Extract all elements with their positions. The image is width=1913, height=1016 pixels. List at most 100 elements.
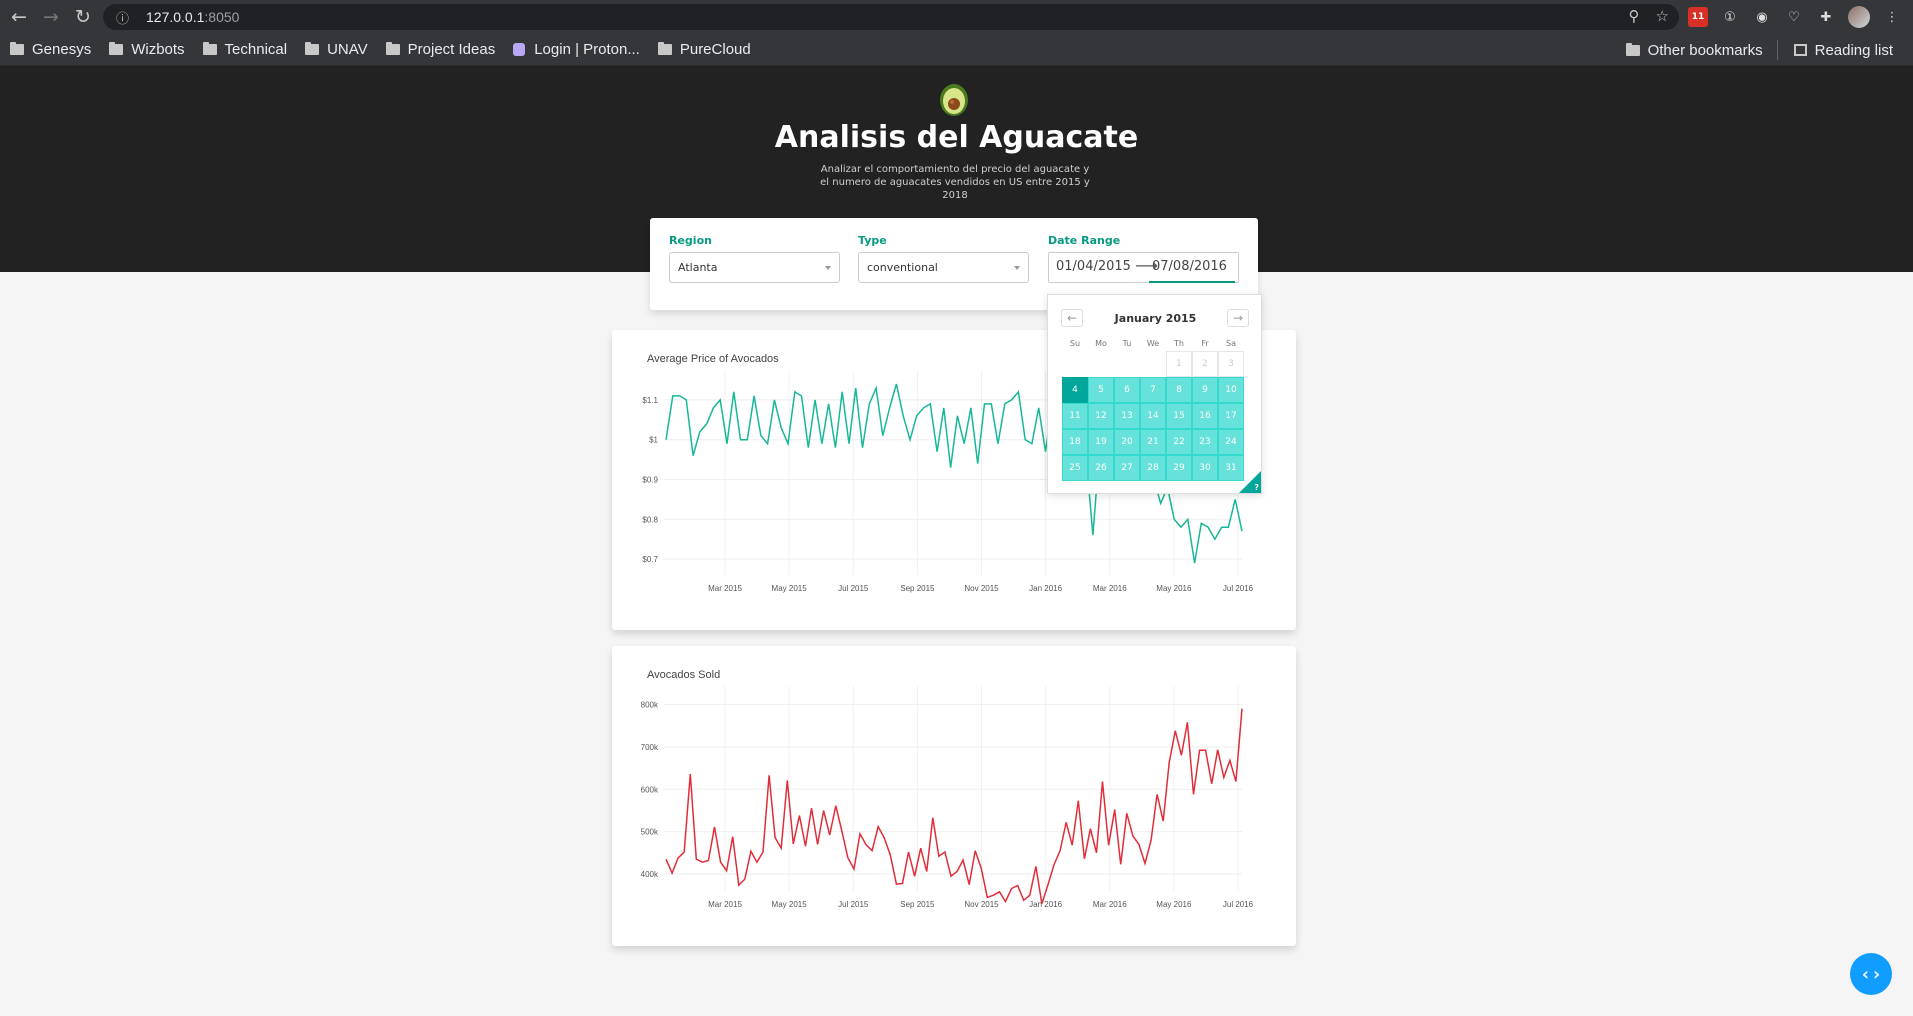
type-dropdown[interactable]: conventional (858, 252, 1029, 283)
folder-icon (109, 42, 124, 55)
calendar-day[interactable]: 7 (1140, 377, 1166, 403)
zoom-icon[interactable]: ⚲ (1629, 7, 1640, 25)
y-tick-label: 700k (641, 743, 659, 752)
calendar-day[interactable]: 9 (1192, 377, 1218, 403)
chevron-down-icon (1014, 266, 1020, 270)
bookmark-unav[interactable]: UNAV (305, 41, 368, 58)
calendar-day[interactable]: 16 (1192, 403, 1218, 429)
other-bookmarks[interactable]: Other bookmarks (1625, 42, 1763, 59)
camera-extension-icon[interactable]: ◉ (1752, 7, 1772, 27)
calendar-day[interactable]: 6 (1114, 377, 1140, 403)
x-tick-label: Mar 2016 (1093, 584, 1127, 593)
x-tick-label: Mar 2015 (708, 584, 742, 593)
calendar-day[interactable]: 15 (1166, 403, 1192, 429)
browser-toolbar: ← → ↻ ⓘ 127.0.0.1:8050 ⚲ ☆ 11 ① ◉ ♡ ✚ ⋮ (0, 0, 1913, 34)
x-tick-label: Nov 2015 (964, 584, 999, 593)
calendar-day[interactable]: 12 (1088, 403, 1114, 429)
y-tick-label: $1 (649, 436, 658, 445)
region-value: Atlanta (678, 261, 718, 274)
password-extension-icon[interactable]: ① (1720, 7, 1740, 27)
calendar-extension-icon[interactable]: 11 (1688, 7, 1708, 27)
y-tick-label: $0.8 (642, 515, 658, 524)
folder-icon (1625, 42, 1640, 56)
bookmark-proton[interactable]: Login | Proton... (513, 41, 640, 58)
calendar-day[interactable]: 21 (1140, 429, 1166, 455)
reload-icon[interactable]: ↻ (70, 4, 96, 30)
x-tick-label: Jan 2016 (1029, 584, 1062, 593)
calendar-day[interactable]: 8 (1166, 377, 1192, 403)
star-icon[interactable]: ☆ (1656, 7, 1669, 25)
keyboard-shortcuts-button[interactable]: ? (1239, 471, 1261, 493)
calendar-day[interactable]: 19 (1088, 429, 1114, 455)
y-tick-label: 600k (641, 785, 659, 794)
calendar-day[interactable]: 14 (1140, 403, 1166, 429)
region-dropdown[interactable]: Atlanta (669, 252, 840, 283)
calendar-day[interactable]: 18 (1062, 429, 1088, 455)
reading-list[interactable]: Reading list (1793, 42, 1893, 59)
type-label: Type (858, 234, 887, 247)
calendar-day[interactable]: 17 (1218, 403, 1244, 429)
end-date-input[interactable]: 07/08/2016 (1152, 259, 1227, 274)
bookmark-project-ideas[interactable]: Project Ideas (385, 41, 495, 58)
x-tick-label: Jul 2015 (838, 584, 869, 593)
x-tick-label: Jan 2016 (1029, 900, 1062, 909)
calendar-day[interactable]: 28 (1140, 455, 1166, 481)
calendar-day[interactable]: 11 (1062, 403, 1088, 429)
chart-title: Average Price of Avocados (647, 353, 779, 365)
forward-icon[interactable]: → (38, 4, 64, 30)
avocado-icon (940, 84, 968, 116)
page-description: Analizar el comportamiento del precio de… (820, 164, 1090, 201)
address-bar[interactable]: ⓘ 127.0.0.1:8050 ⚲ ☆ (103, 4, 1679, 30)
calendar-blank (1088, 351, 1114, 377)
divider (1776, 40, 1778, 60)
pocket-extension-icon[interactable]: ♡ (1784, 7, 1804, 27)
folder-icon (305, 42, 320, 55)
start-date-input[interactable]: 01/04/2015 (1056, 259, 1131, 274)
calendar-day[interactable]: 30 (1192, 455, 1218, 481)
y-tick-label: 400k (641, 870, 659, 879)
reading-list-icon (1793, 44, 1807, 56)
x-tick-label: Sep 2015 (900, 584, 935, 593)
x-tick-label: Nov 2015 (964, 900, 999, 909)
profile-avatar[interactable] (1848, 6, 1870, 28)
url-text[interactable]: 127.0.0.1:8050 (146, 9, 239, 25)
menu-icon[interactable]: ⋮ (1882, 7, 1902, 27)
calendar-day[interactable]: 29 (1166, 455, 1192, 481)
calendar-day[interactable]: 25 (1062, 455, 1088, 481)
y-tick-label: $0.7 (642, 555, 658, 564)
focus-underline (1149, 281, 1235, 283)
bookmark-genesys[interactable]: Genesys (10, 41, 91, 58)
calendar-day[interactable]: 20 (1114, 429, 1140, 455)
y-tick-label: $0.9 (642, 475, 658, 484)
bookmark-wizbots[interactable]: Wizbots (109, 41, 185, 58)
calendar-day[interactable]: 13 (1114, 403, 1140, 429)
next-month-button[interactable]: → (1227, 309, 1249, 327)
x-tick-label: Mar 2016 (1093, 900, 1127, 909)
region-label: Region (669, 234, 712, 247)
back-icon[interactable]: ← (6, 4, 32, 30)
calendar-day[interactable]: 24 (1218, 429, 1244, 455)
bookmark-technical[interactable]: Technical (202, 41, 287, 58)
calendar-day[interactable]: 4 (1062, 377, 1088, 403)
info-icon[interactable]: ⓘ (116, 8, 134, 27)
volume-chart[interactable]: Avocados Sold 400k 500k 600k 700k 800k Mar 201… (612, 646, 1296, 946)
calendar-day[interactable]: 10 (1218, 377, 1244, 403)
weekday-label: Th (1174, 339, 1184, 348)
y-tick-label: $1.1 (642, 396, 658, 405)
calendar-blank (1140, 351, 1166, 377)
calendar-day[interactable]: 23 (1192, 429, 1218, 455)
debug-menu-button[interactable]: ‹› (1850, 953, 1892, 995)
calendar-days: 1 2 3 4 5 6 7 8 9 10 11 12 13 14 15 16 17 18 19 20 21 22 23 24 2… (1062, 351, 1244, 481)
calendar-day[interactable]: 26 (1088, 455, 1114, 481)
puzzle-icon[interactable]: ✚ (1816, 7, 1836, 27)
type-value: conventional (867, 261, 938, 274)
calendar-day: 2 (1192, 351, 1218, 377)
folder-icon (385, 42, 400, 55)
date-range-label: Date Range (1048, 234, 1121, 247)
calendar-day[interactable]: 27 (1114, 455, 1140, 481)
x-tick-label: May 2016 (1156, 584, 1192, 593)
bookmark-purecloud[interactable]: PureCloud (657, 41, 751, 58)
calendar-day[interactable]: 22 (1166, 429, 1192, 455)
date-range-picker[interactable]: 01/04/2015 ⟶ 07/08/2016 (1048, 252, 1239, 283)
calendar-day[interactable]: 5 (1088, 377, 1114, 403)
